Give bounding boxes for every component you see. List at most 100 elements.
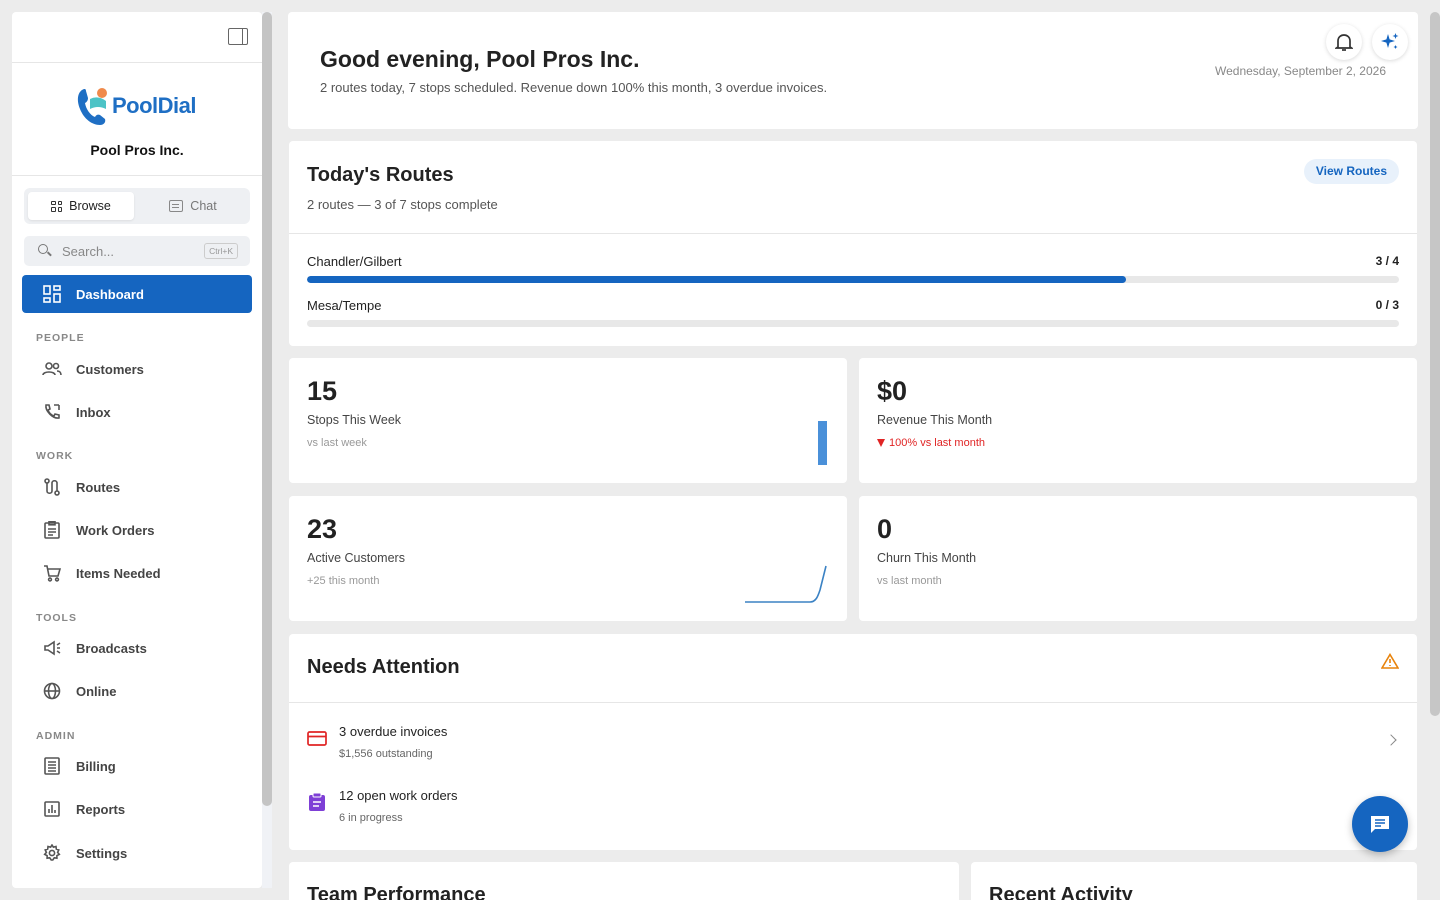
shortcut-hint: Ctrl+K <box>204 243 238 259</box>
sidebar-item-label: Online <box>76 683 117 699</box>
notifications-button[interactable] <box>1326 24 1362 60</box>
route-progress-bar <box>307 320 1399 327</box>
sidebar-item-online[interactable]: Online <box>22 672 252 710</box>
recent-activity-card: Recent Activity <box>971 862 1417 900</box>
sidebar-item-billing[interactable]: Billing <box>22 747 252 785</box>
gear-icon <box>42 843 62 863</box>
route-stop-count: 0 / 3 <box>1375 298 1399 312</box>
attention-item-title: 12 open work orders <box>339 788 458 803</box>
route-name: Mesa/Tempe <box>307 298 382 313</box>
ai-assistant-button[interactable] <box>1372 24 1408 60</box>
divider <box>289 233 1417 234</box>
globe-icon <box>42 681 62 701</box>
sparkle-icon <box>1381 33 1399 49</box>
page-title: Good evening, Pool Pros Inc. <box>320 46 640 72</box>
route-stop-count: 3 / 4 <box>1375 254 1399 268</box>
section-people: PEOPLE <box>36 332 85 344</box>
sidebar-item-label: Inbox <box>76 404 111 420</box>
sidebar-header <box>12 12 262 63</box>
sidebar-item-dashboard[interactable]: Dashboard <box>22 275 252 313</box>
grid-icon <box>51 200 63 212</box>
chat-fab-button[interactable] <box>1352 796 1408 852</box>
receipt-icon <box>42 756 62 776</box>
credit-card-icon <box>307 731 327 746</box>
sidebar-item-customers[interactable]: Customers <box>22 350 252 388</box>
phone-logo-icon <box>77 88 107 125</box>
browse-mode-button[interactable]: Browse <box>28 192 134 220</box>
sidebar-item-label: Broadcasts <box>76 640 147 656</box>
page-scrollbar[interactable] <box>1430 12 1440 716</box>
attention-item-open-work-orders[interactable]: 12 open work orders 6 in progress <box>307 788 1399 838</box>
sidebar-scrollbar[interactable] <box>262 12 272 888</box>
revenue-this-month-card[interactable]: $0 Revenue This Month 100% vs last month <box>859 358 1417 483</box>
active-customers-card[interactable]: 23 Active Customers +25 this month <box>289 496 847 621</box>
section-tools: TOOLS <box>36 612 77 624</box>
chat-mode-button[interactable]: Chat <box>140 192 246 220</box>
people-icon <box>42 359 62 379</box>
sidebar-item-label: Reports <box>76 801 126 817</box>
current-date: Wednesday, September 2, 2026 <box>1215 64 1386 78</box>
sparkline <box>745 565 827 603</box>
browse-label: Browse <box>69 199 111 213</box>
stat-label: Stops This Week <box>307 413 402 427</box>
sidebar-item-label: Work Orders <box>76 522 155 538</box>
sidebar-item-inbox[interactable]: Inbox <box>22 393 252 431</box>
trend-down-icon <box>877 439 885 447</box>
routes-title: Today's Routes <box>307 164 454 186</box>
logo: PoolDial <box>76 85 206 129</box>
needs-attention-card: Needs Attention 3 overdue invoices $1,55… <box>289 634 1417 850</box>
section-admin: ADMIN <box>36 730 76 742</box>
routes-subtitle: 2 routes — 3 of 7 stops complete <box>307 197 498 212</box>
recent-activity-title: Recent Activity <box>989 884 1133 900</box>
stat-value: 15 <box>307 376 338 406</box>
greeting-card: Good evening, Pool Pros Inc. 2 routes to… <box>288 12 1418 129</box>
bell-icon <box>1335 34 1353 51</box>
sidebar-item-routes[interactable]: Routes <box>22 468 252 506</box>
route-name: Chandler/Gilbert <box>307 254 402 269</box>
sidebar-item-label: Customers <box>76 361 144 377</box>
mode-toggle: Browse Chat <box>24 188 250 224</box>
sidebar-toggle-icon[interactable] <box>228 28 248 45</box>
stat-note: vs last month <box>877 575 942 587</box>
sidebar: PoolDial Pool Pros Inc. Browse Chat Ctrl… <box>12 12 262 888</box>
bar-chart-icon <box>42 799 62 819</box>
view-routes-button[interactable]: View Routes <box>1303 159 1399 184</box>
stops-this-week-card[interactable]: 15 Stops This Week vs last week <box>289 358 847 483</box>
clipboard-icon <box>309 792 325 811</box>
sidebar-item-label: Settings <box>76 845 128 861</box>
clipboard-icon <box>42 520 62 540</box>
company-name: Pool Pros Inc. <box>90 142 184 158</box>
sidebar-item-items-needed[interactable]: Items Needed <box>22 554 252 592</box>
sidebar-scroll-thumb[interactable] <box>262 12 272 806</box>
search-box: Ctrl+K <box>24 236 250 266</box>
stat-value: 23 <box>307 514 338 544</box>
divider <box>289 702 1417 703</box>
daily-summary: 2 routes today, 7 stops scheduled. Reven… <box>320 80 828 95</box>
sidebar-item-reports[interactable]: Reports <box>22 790 252 828</box>
sidebar-item-work-orders[interactable]: Work Orders <box>22 511 252 549</box>
sidebar-item-label: Routes <box>76 479 121 495</box>
chat-icon <box>169 200 184 212</box>
stat-note: 100% vs last month <box>877 437 985 449</box>
search-input[interactable] <box>62 242 192 260</box>
churn-this-month-card[interactable]: 0 Churn This Month vs last month <box>859 496 1417 621</box>
stat-label: Churn This Month <box>877 551 977 565</box>
sidebar-item-label: Billing <box>76 758 116 774</box>
warning-icon <box>1381 653 1399 669</box>
stat-label: Active Customers <box>307 551 405 565</box>
sidebar-item-settings[interactable]: Settings <box>22 834 252 872</box>
team-performance-card: Team Performance <box>289 862 959 900</box>
dashboard-icon <box>42 284 62 304</box>
route-icon <box>42 477 62 497</box>
cart-icon <box>42 563 62 583</box>
phone-icon <box>42 402 62 422</box>
chat-label: Chat <box>190 199 217 213</box>
stat-note: vs last week <box>307 437 367 449</box>
section-work: WORK <box>36 450 74 462</box>
sidebar-item-broadcasts[interactable]: Broadcasts <box>22 629 252 667</box>
message-icon <box>1371 816 1389 833</box>
attention-item-overdue-invoices[interactable]: 3 overdue invoices $1,556 outstanding <box>307 724 1399 774</box>
stat-label: Revenue This Month <box>877 413 993 427</box>
brand: PoolDial Pool Pros Inc. <box>12 63 262 176</box>
stat-note-text: 100% vs last month <box>889 437 985 449</box>
